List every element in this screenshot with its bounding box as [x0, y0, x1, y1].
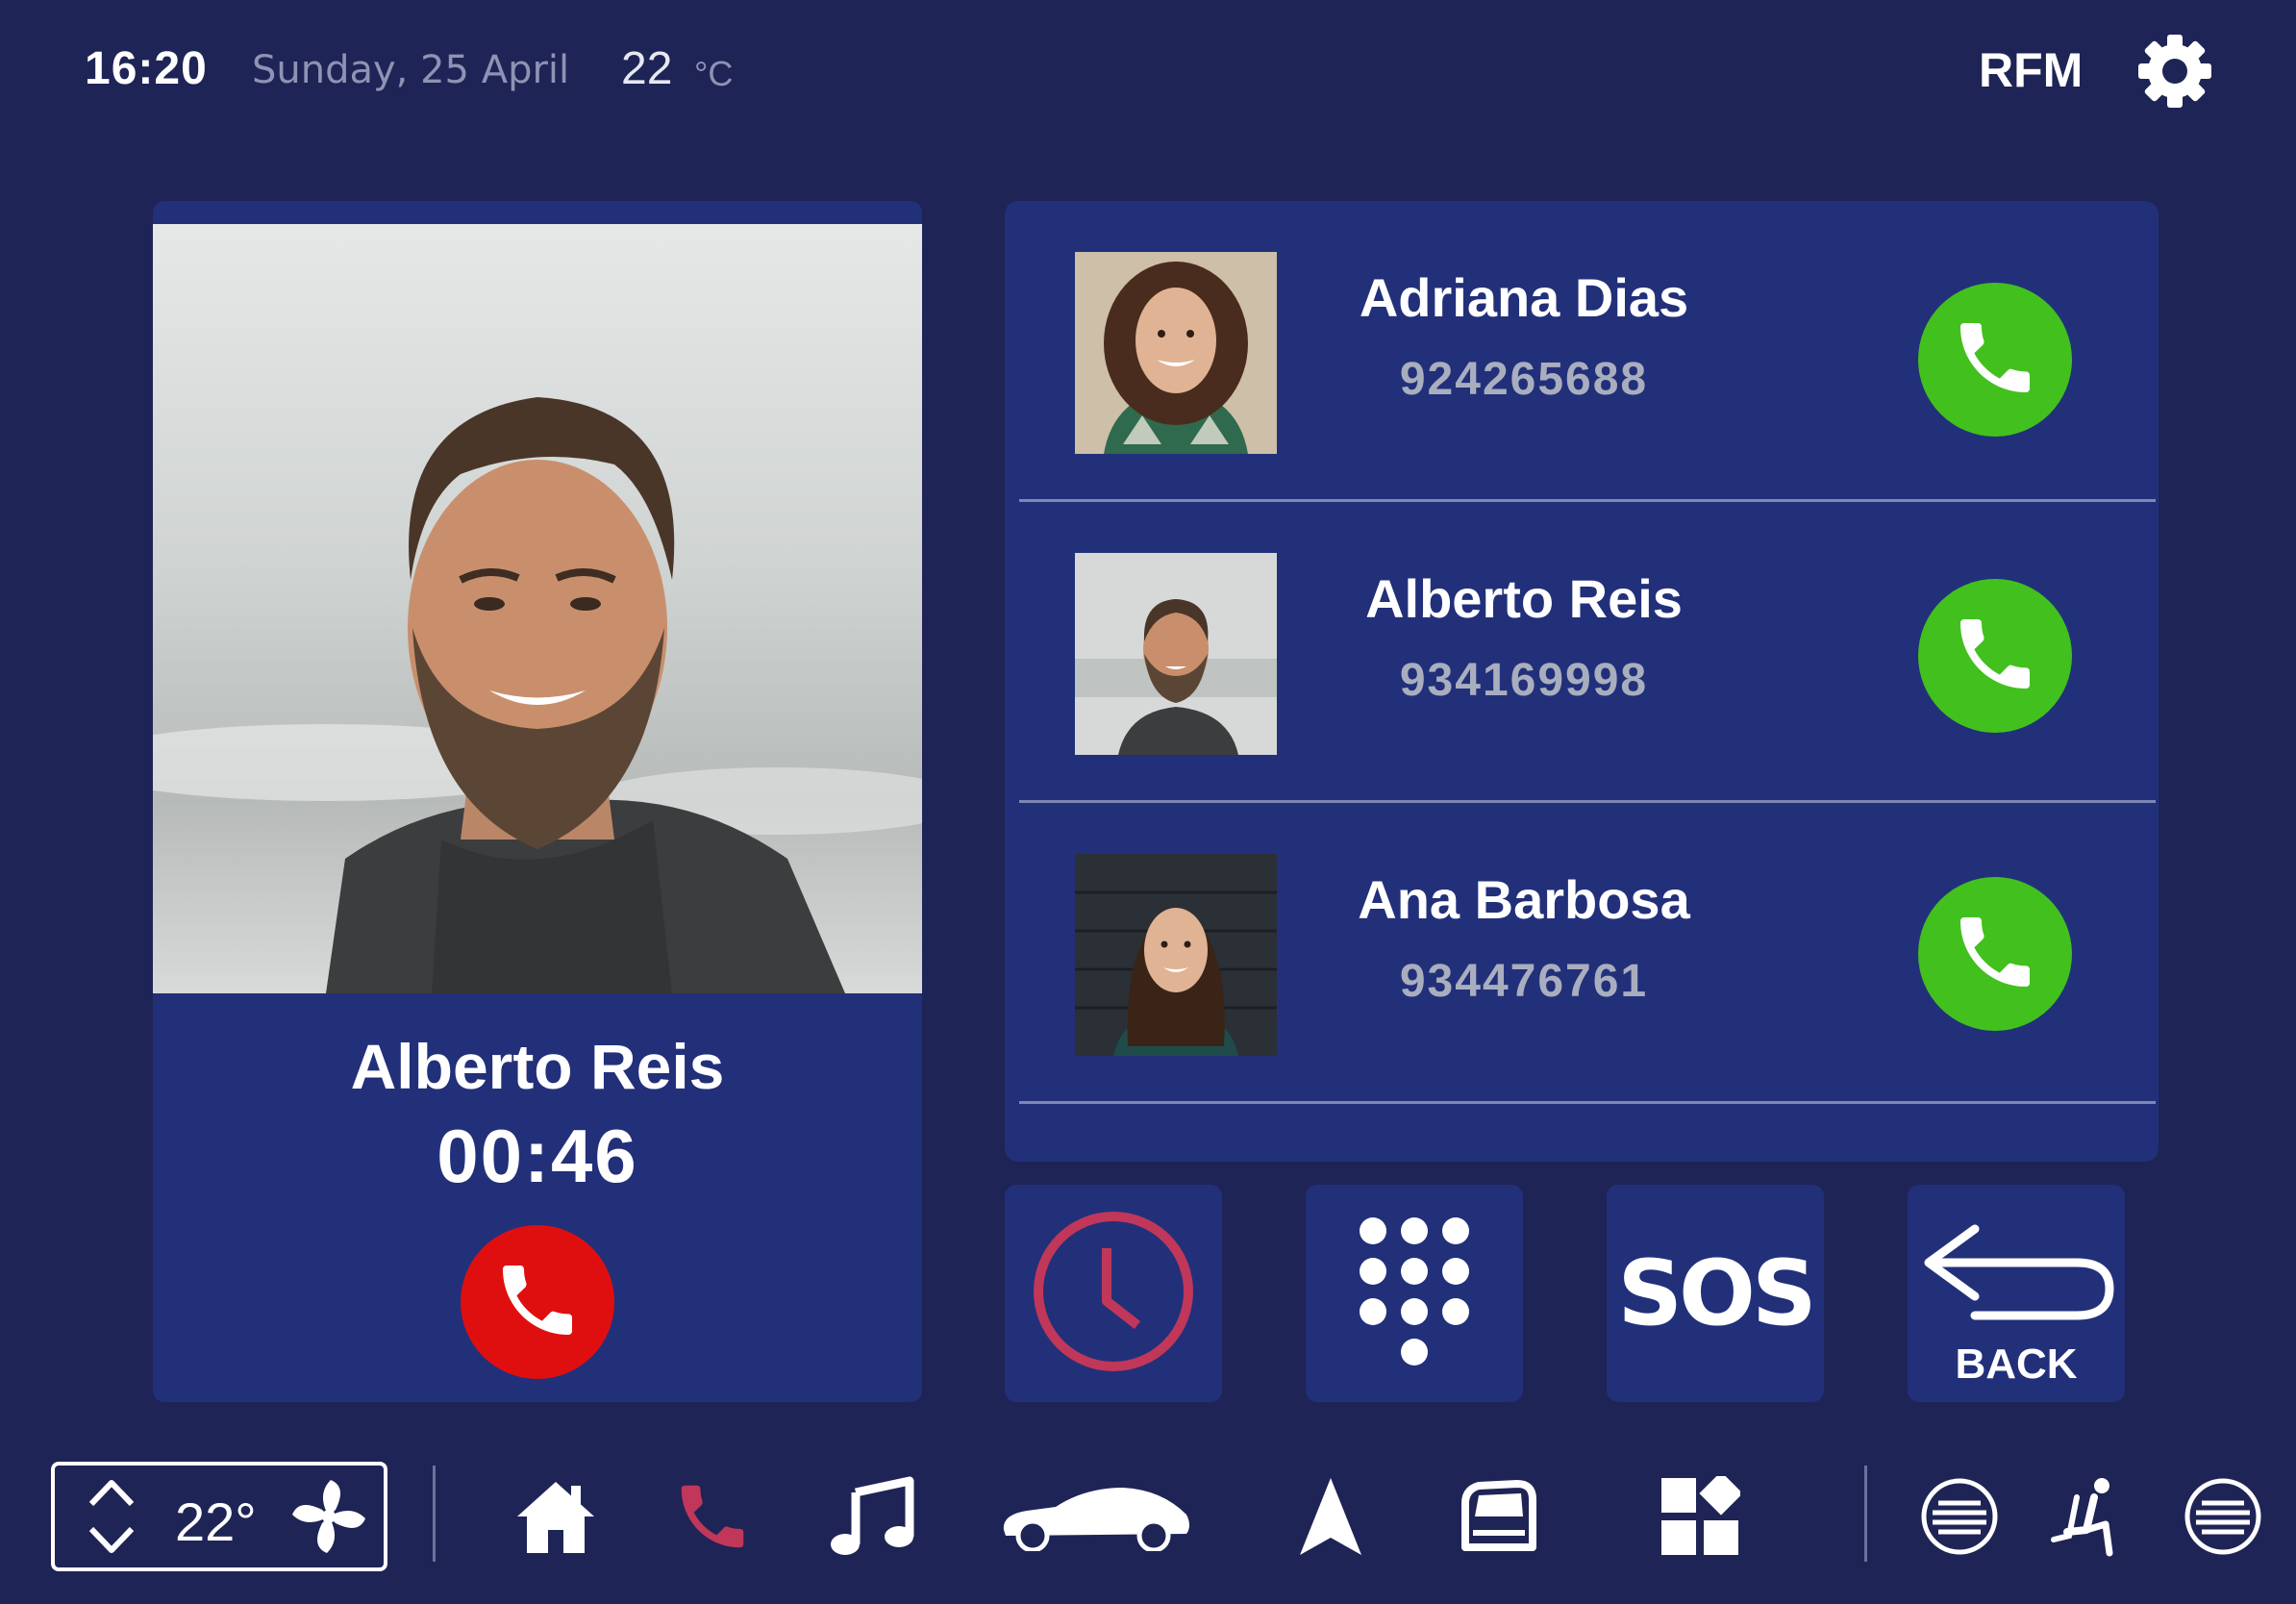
- call-duration: 00:46: [437, 1114, 638, 1198]
- date-text: Sunday, 25 April: [252, 48, 570, 92]
- phone-icon: [1949, 312, 2041, 409]
- contact-number: 924265688: [1399, 354, 1649, 405]
- temperature-stepper-icon[interactable]: [84, 1473, 139, 1565]
- back-button[interactable]: BACK: [1908, 1185, 2125, 1402]
- contacts-list: Adriana Dias 924265688 Alberto Reis 9341…: [1005, 201, 2159, 1162]
- call-button[interactable]: [1918, 579, 2072, 733]
- gear-icon[interactable]: [2134, 31, 2215, 112]
- home-icon[interactable]: [515, 1473, 596, 1560]
- outside-temperature: 22: [621, 43, 673, 94]
- hangup-button[interactable]: [461, 1225, 614, 1379]
- back-label: BACK: [1955, 1341, 2078, 1388]
- phone-icon[interactable]: [671, 1473, 754, 1560]
- contact-avatar: [1075, 252, 1277, 454]
- navigation-icon[interactable]: [1298, 1473, 1363, 1560]
- fan-icon[interactable]: [287, 1475, 370, 1563]
- row-divider: [1019, 1101, 2156, 1104]
- cabin-temperature: 22°: [175, 1491, 257, 1552]
- clock-time: 16:20: [85, 43, 208, 94]
- seat-heat-left-icon[interactable]: [1919, 1473, 2000, 1560]
- apps-icon[interactable]: [1660, 1473, 1740, 1560]
- contact-number: 934169998: [1399, 655, 1649, 706]
- vehicle-window-icon[interactable]: [1458, 1473, 1538, 1560]
- seat-heat-right-icon[interactable]: [2183, 1473, 2263, 1560]
- contact-name: Adriana Dias: [1359, 267, 1689, 328]
- active-call-card: Alberto Reis 00:46: [153, 201, 922, 1402]
- car-icon[interactable]: [998, 1473, 1194, 1560]
- contact-row[interactable]: Ana Barbosa 934476761: [1005, 803, 2159, 1104]
- clock-icon: [1032, 1210, 1195, 1378]
- sos-button[interactable]: SOS: [1607, 1185, 1824, 1402]
- contact-row[interactable]: Alberto Reis 934169998: [1005, 502, 2159, 803]
- temperature-unit: °C: [694, 54, 734, 93]
- back-arrow-icon: [1917, 1219, 2115, 1330]
- sos-label: SOS: [1617, 1241, 1816, 1346]
- keypad-button[interactable]: [1306, 1185, 1523, 1402]
- call-button[interactable]: [1918, 283, 2072, 437]
- phone-icon: [491, 1254, 584, 1351]
- call-button[interactable]: [1918, 877, 2072, 1031]
- call-history-button[interactable]: [1005, 1185, 1222, 1402]
- contact-name: Alberto Reis: [1365, 568, 1683, 629]
- caller-photo: [153, 224, 922, 993]
- radio-station[interactable]: RFM: [1979, 42, 2083, 98]
- dock-separator: [1864, 1466, 1867, 1562]
- contact-avatar: [1075, 553, 1277, 755]
- contact-number: 934476761: [1399, 956, 1649, 1007]
- climate-control[interactable]: 22°: [51, 1462, 387, 1571]
- phone-icon: [1949, 608, 2041, 705]
- music-icon[interactable]: [829, 1473, 915, 1560]
- contact-avatar: [1075, 854, 1277, 1056]
- keypad-icon: [1352, 1210, 1477, 1378]
- contact-row[interactable]: Adriana Dias 924265688: [1005, 201, 2159, 502]
- seat-icon[interactable]: [2048, 1473, 2129, 1560]
- caller-name: Alberto Reis: [350, 1031, 725, 1102]
- phone-icon: [1949, 906, 2041, 1003]
- dock-separator: [433, 1466, 436, 1562]
- contact-name: Ana Barbosa: [1358, 869, 1690, 930]
